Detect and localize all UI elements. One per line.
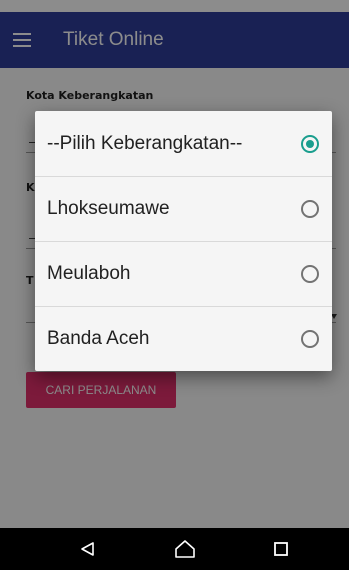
- option-label: Meulaboh: [47, 262, 131, 284]
- radio-checked-icon[interactable]: [301, 134, 319, 153]
- option-label: Lhokseumawe: [47, 197, 170, 219]
- recents-square-icon: [274, 542, 288, 556]
- recents-button[interactable]: [263, 528, 299, 570]
- app-screen: Tiket Online Kota Keberangkatan K T CARI…: [0, 0, 349, 570]
- system-nav-bar: [0, 528, 349, 570]
- option-label: Banda Aceh: [47, 327, 150, 349]
- radio-unchecked-icon[interactable]: [301, 264, 319, 283]
- dialog-option[interactable]: Banda Aceh: [35, 306, 332, 371]
- back-button[interactable]: [70, 528, 106, 570]
- dialog-option[interactable]: Lhokseumawe: [35, 176, 332, 241]
- home-button[interactable]: [167, 528, 203, 570]
- dialog-option[interactable]: --Pilih Keberangkatan--: [35, 111, 332, 176]
- option-label: --Pilih Keberangkatan--: [47, 132, 243, 154]
- departure-city-dialog: --Pilih Keberangkatan-- Lhokseumawe Meul…: [35, 111, 332, 371]
- radio-unchecked-icon[interactable]: [301, 329, 319, 348]
- back-triangle-icon: [81, 542, 94, 556]
- home-icon: [175, 540, 195, 558]
- dialog-option[interactable]: Meulaboh: [35, 241, 332, 306]
- radio-unchecked-icon[interactable]: [301, 199, 319, 218]
